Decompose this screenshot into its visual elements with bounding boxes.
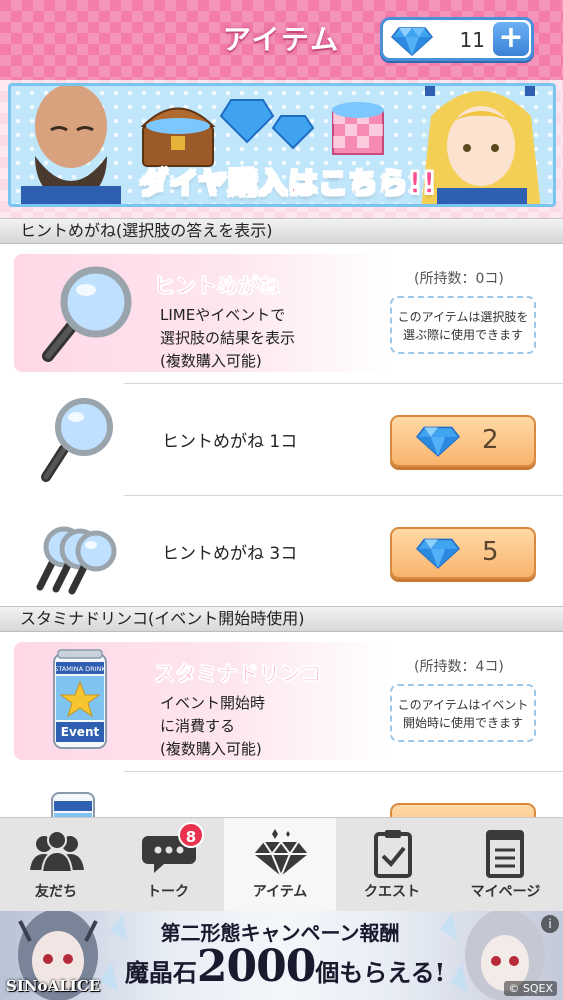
banner-text: ダイヤ購入はこちら!! bbox=[138, 165, 437, 201]
row-divider bbox=[124, 771, 563, 772]
nav-item-mypage[interactable]: マイページ bbox=[448, 818, 563, 912]
owned-count: (所持数：0コ) bbox=[414, 271, 504, 287]
magnifying-glass-icon bbox=[38, 264, 138, 368]
magnifying-glass-icon bbox=[36, 395, 116, 489]
diamond-icon bbox=[415, 425, 461, 461]
offer-row: ヒントめがね 3コ 5 bbox=[0, 495, 563, 607]
nav-item-items[interactable]: アイテム bbox=[224, 818, 336, 912]
advertisement-banner[interactable]: 第二形態キャンペーン報酬 魔晶石2000個もらえる! SINoALICE © S… bbox=[0, 911, 563, 1000]
svg-text:STAMINA DRINK: STAMINA DRINK bbox=[54, 665, 106, 673]
item-description-line: (複数購入可能) bbox=[160, 352, 262, 370]
diamond-icon bbox=[390, 26, 434, 60]
buy-button[interactable]: 5 bbox=[390, 527, 536, 579]
owned-count: (所持数：4コ) bbox=[414, 659, 504, 675]
ad-reward-prefix: 魔晶石 bbox=[124, 958, 197, 987]
item-description-line: LIMEやイベントで bbox=[160, 306, 286, 324]
svg-text:Event: Event bbox=[61, 725, 100, 739]
character-man-illustration bbox=[21, 86, 121, 204]
usage-note-line: このアイテムはイベント bbox=[397, 698, 529, 712]
drink-can-icon: STAMINA DRINK Event bbox=[50, 648, 110, 756]
usage-note: このアイテムは選択肢を 選ぶ際に使用できます bbox=[390, 296, 536, 354]
nav-label: クエスト bbox=[364, 884, 420, 900]
ad-reward-number: 2000 bbox=[196, 941, 316, 992]
price: 2 bbox=[482, 425, 499, 455]
row-divider bbox=[124, 495, 563, 496]
offer-label: ヒントめがね 1コ bbox=[162, 432, 298, 452]
treasure-chest-illustration bbox=[140, 107, 216, 167]
usage-note-line: 選ぶ際に使用できます bbox=[402, 328, 523, 342]
bottom-navigation: 友だち 8 トーク アイテム クエスト マイページ bbox=[0, 817, 563, 912]
row-divider bbox=[124, 383, 563, 384]
item-description: LIMEやイベントで 選択肢の結果を表示 (複数購入可能) bbox=[160, 304, 295, 373]
friends-icon bbox=[28, 828, 86, 880]
ad-info-icon[interactable]: i bbox=[541, 915, 559, 933]
nav-label: トーク bbox=[147, 884, 189, 900]
offer-label: ヒントめがね 3コ bbox=[162, 544, 298, 564]
nav-item-friends[interactable]: 友だち bbox=[0, 818, 112, 912]
ad-reward-suffix: 個もらえる! bbox=[315, 958, 446, 987]
item-name: スタミナドリンコ bbox=[154, 662, 323, 687]
item-description-line: 選択肢の結果を表示 bbox=[160, 329, 296, 347]
unread-badge: 8 bbox=[178, 822, 204, 848]
price: 5 bbox=[482, 537, 499, 567]
nav-label: 友だち bbox=[35, 884, 77, 900]
magnifying-glasses-icon bbox=[36, 507, 122, 601]
section-header-stamina-drink: スタミナドリンコ(イベント開始時使用) bbox=[0, 606, 563, 632]
item-card-hint-glasses: ヒントめがね LIMEやイベントで 選択肢の結果を表示 (複数購入可能) (所持… bbox=[14, 254, 552, 372]
item-card-stamina-drink: STAMINA DRINK Event スタミナドリンコ イベント開始時 に消費… bbox=[14, 642, 552, 760]
purchase-diamonds-banner[interactable]: ダイヤ購入はこちら!! bbox=[8, 83, 556, 207]
gem-box-illustration bbox=[332, 102, 384, 155]
diamond-icon bbox=[252, 828, 310, 882]
usage-note: このアイテムはイベント 開始時に使用できます bbox=[390, 684, 536, 742]
item-name: ヒントめがね bbox=[154, 274, 281, 299]
document-icon bbox=[476, 828, 534, 882]
usage-note-line: このアイテムは選択肢を bbox=[397, 310, 529, 324]
gem-count: 11 bbox=[459, 28, 485, 52]
nav-label: アイテム bbox=[252, 884, 308, 900]
offer-row: ヒントめがね 1コ 2 bbox=[0, 383, 563, 495]
ad-brand-logo: SINoALICE bbox=[6, 977, 101, 995]
gem-counter[interactable]: 11 + bbox=[380, 17, 534, 61]
add-gems-button[interactable]: + bbox=[493, 22, 529, 56]
buy-button[interactable]: 2 bbox=[390, 415, 536, 467]
nav-item-quest[interactable]: クエスト bbox=[336, 818, 448, 912]
section-header-hint-glasses: ヒントめがね(選択肢の答えを表示) bbox=[0, 218, 563, 244]
diamond-icon bbox=[415, 537, 461, 573]
ad-copyright: © SQEX bbox=[504, 981, 557, 996]
ad-reward: 魔晶石2000個もらえる! bbox=[110, 941, 460, 992]
clipboard-icon bbox=[364, 828, 422, 882]
nav-item-talk[interactable]: 8 トーク bbox=[112, 818, 224, 912]
nav-label: マイページ bbox=[470, 884, 541, 900]
item-description-line: に消費する bbox=[160, 717, 236, 735]
item-description-line: イベント開始時 bbox=[160, 694, 266, 712]
item-description: イベント開始時 に消費する (複数購入可能) bbox=[160, 692, 265, 761]
item-description-line: (複数購入可能) bbox=[160, 740, 262, 758]
gems-illustration bbox=[219, 99, 315, 150]
usage-note-line: 開始時に使用できます bbox=[402, 716, 523, 730]
app-header: アイテム 11 + bbox=[0, 0, 563, 80]
